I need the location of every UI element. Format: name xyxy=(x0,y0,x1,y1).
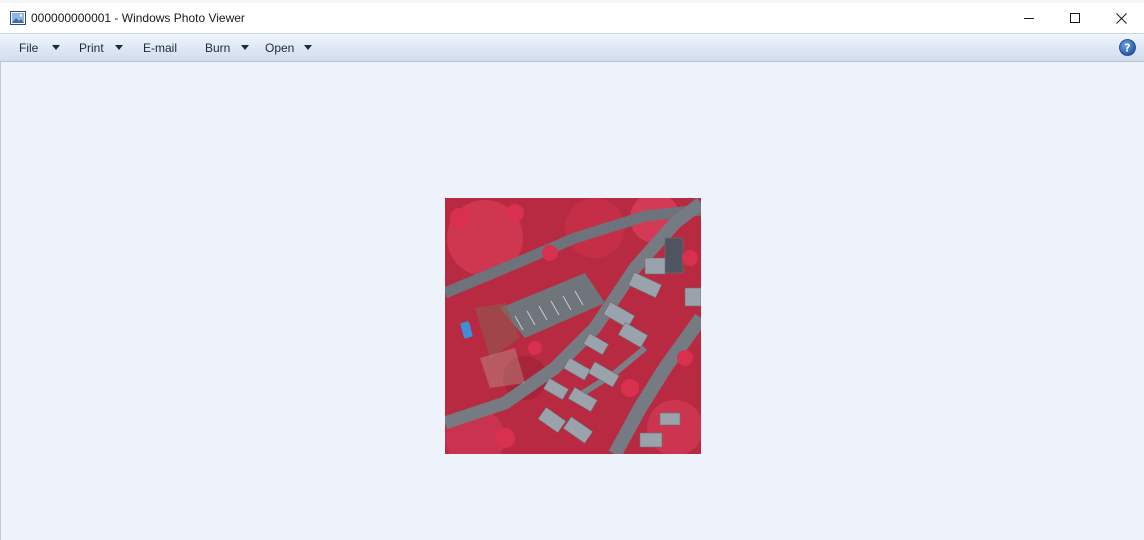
burn-menu-label: Burn xyxy=(205,41,231,55)
file-menu[interactable]: File xyxy=(19,34,38,62)
minimize-button[interactable] xyxy=(1006,3,1052,33)
print-menu[interactable]: Print xyxy=(79,34,104,62)
burn-menu[interactable]: Burn xyxy=(205,34,230,62)
maximize-icon xyxy=(1070,13,1080,23)
aerial-photo[interactable] xyxy=(445,198,701,454)
help-icon[interactable]: ? xyxy=(1119,39,1136,56)
print-dropdown-arrow-icon[interactable] xyxy=(115,45,123,50)
photo-viewer-app-icon[interactable] xyxy=(10,11,26,25)
minimize-icon xyxy=(1024,18,1034,19)
email-button[interactable]: E-mail xyxy=(143,34,177,62)
window-controls xyxy=(1006,3,1144,33)
close-button[interactable] xyxy=(1098,3,1144,33)
maximize-button[interactable] xyxy=(1052,3,1098,33)
title-bar[interactable]: 000000000001 - Windows Photo Viewer xyxy=(0,3,1144,33)
burn-dropdown-arrow-icon[interactable] xyxy=(241,45,249,50)
file-dropdown-arrow-icon[interactable] xyxy=(52,45,60,50)
open-dropdown-arrow-icon[interactable] xyxy=(304,45,312,50)
print-menu-label: Print xyxy=(79,41,104,55)
svg-text:?: ? xyxy=(1124,42,1130,55)
open-menu[interactable]: Open xyxy=(265,34,294,62)
email-button-label: E-mail xyxy=(143,41,178,55)
window-left-border xyxy=(0,62,1,540)
photo-viewer-window: 000000000001 - Windows Photo Viewer File… xyxy=(0,0,1144,540)
open-menu-label: Open xyxy=(265,41,295,55)
close-icon xyxy=(1115,12,1127,24)
command-bar: File Print E-mail Burn Open ? xyxy=(0,33,1144,62)
window-title: 000000000001 - Windows Photo Viewer xyxy=(31,11,245,25)
file-menu-label: File xyxy=(19,41,39,55)
